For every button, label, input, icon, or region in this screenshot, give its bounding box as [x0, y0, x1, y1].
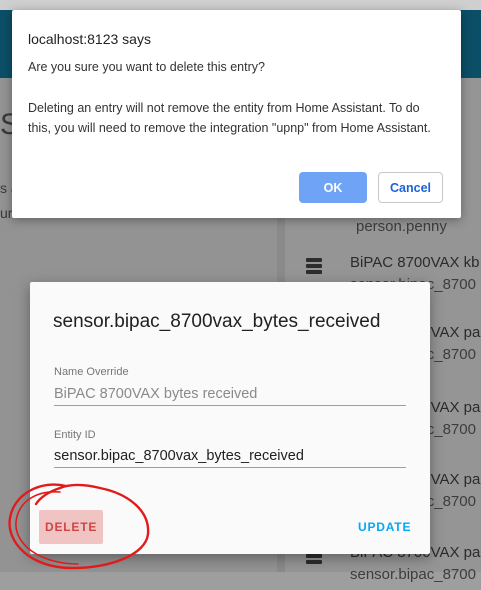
name-override-input[interactable] [54, 383, 406, 406]
entity-id-input[interactable] [54, 445, 406, 468]
confirm-dialog-detail: Deleting an entry will not remove the en… [28, 101, 431, 135]
background-row-title: BiPAC 8700VAX kb [350, 254, 480, 271]
server-icon [306, 258, 322, 276]
entity-dialog-title: sensor.bipac_8700vax_bytes_received [53, 311, 381, 332]
background-row-subtitle: sensor.bipac_8700 [350, 566, 476, 583]
delete-button[interactable]: DELETE [39, 510, 103, 544]
entity-settings-dialog: sensor.bipac_8700vax_bytes_received Name… [30, 282, 430, 554]
name-override-label: Name Override [54, 366, 129, 378]
background-person-entity: person.penny [356, 218, 447, 235]
ok-button[interactable]: OK [299, 172, 367, 203]
entity-id-label: Entity ID [54, 429, 96, 441]
background-text-fragment: ur [0, 205, 13, 221]
update-button[interactable]: UPDATE [352, 514, 416, 540]
confirm-dialog: localhost:8123 says Are you sure you wan… [12, 10, 461, 218]
confirm-dialog-question: Are you sure you want to delete this ent… [28, 60, 265, 74]
cancel-button[interactable]: Cancel [378, 172, 443, 203]
confirm-dialog-title: localhost:8123 says [28, 31, 151, 47]
background-toolbar-strip [0, 0, 481, 10]
